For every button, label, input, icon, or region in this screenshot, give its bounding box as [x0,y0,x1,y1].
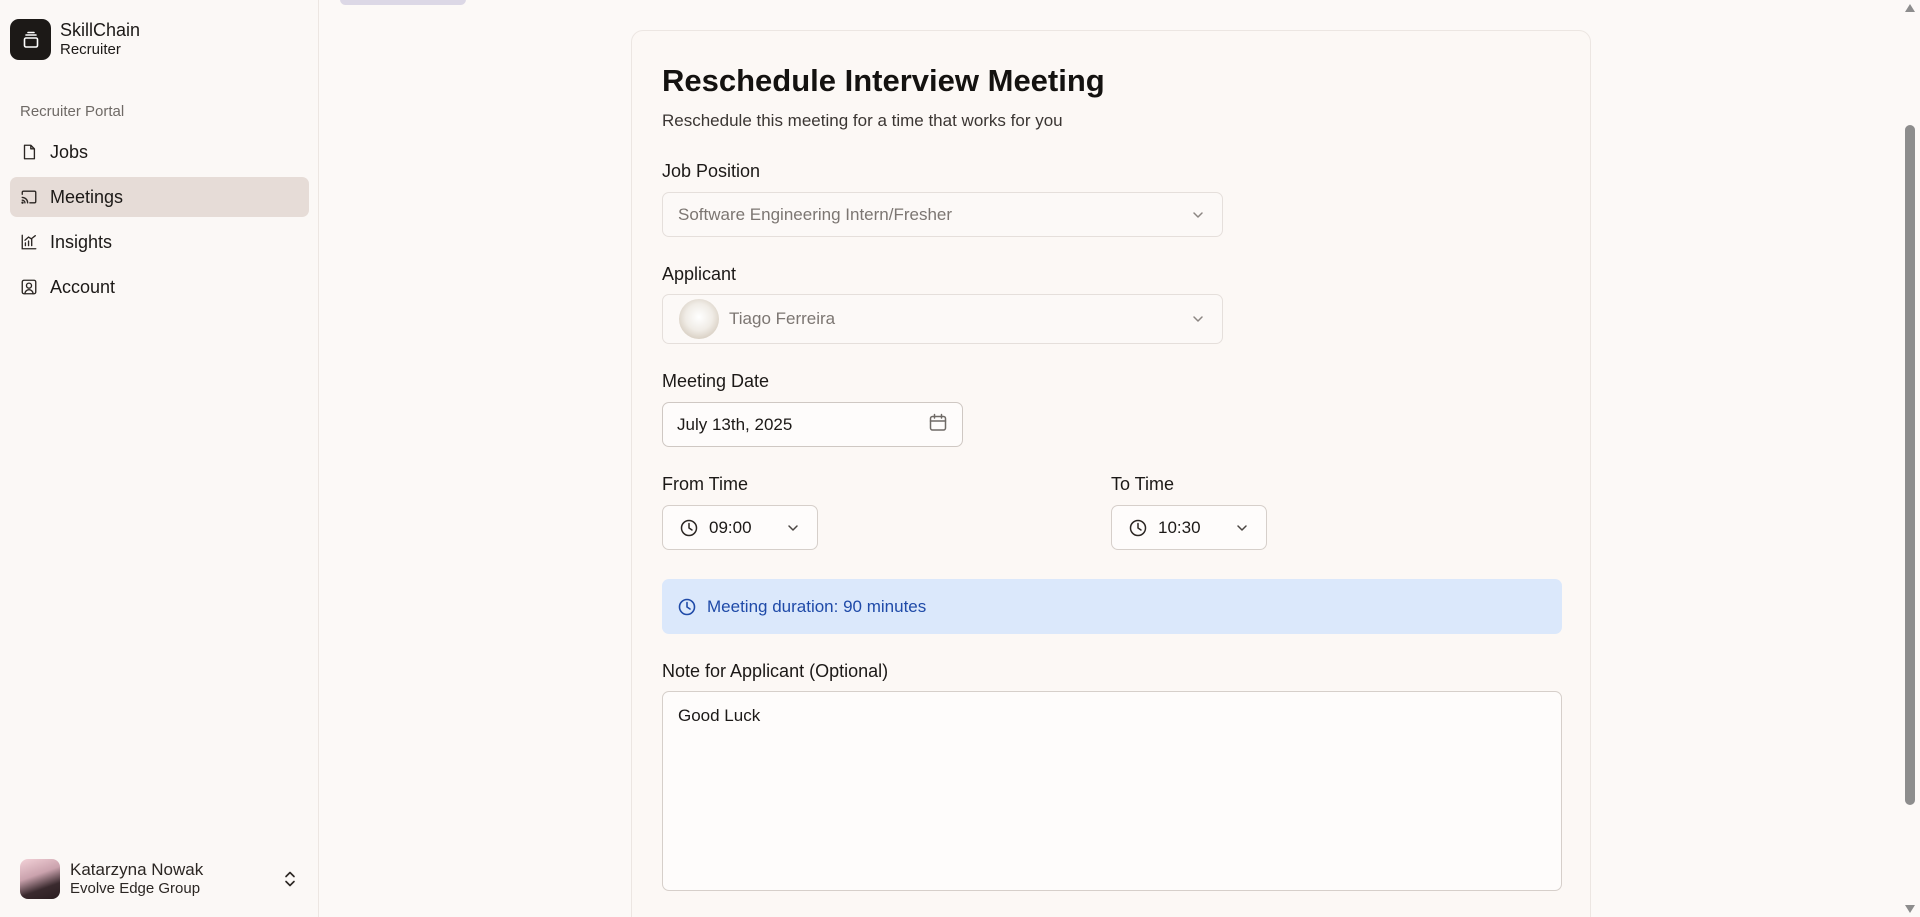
chevron-down-icon [785,520,801,536]
user-name: Katarzyna Nowak [70,860,204,879]
note-value: Good Luck [678,706,761,725]
chevrons-up-down-icon[interactable] [280,869,300,889]
clock-icon [677,597,697,617]
job-position-value: Software Engineering Intern/Fresher [678,204,953,224]
sidebar-item-label: Insights [50,231,113,252]
sidebar-item-insights[interactable]: Insights [10,222,309,262]
user-menu[interactable]: Katarzyna Nowak Evolve Edge Group [20,858,300,900]
clock-icon [1128,518,1148,538]
from-time-value: 09:00 [709,517,752,537]
chevron-down-icon [1190,311,1206,327]
brand[interactable]: SkillChain Recruiter [10,19,140,60]
app-root: SkillChain Recruiter Recruiter Portal Jo… [0,0,1920,917]
file-icon [20,142,40,162]
sidebar-item-label: Meetings [50,186,124,207]
meeting-date-value: July 13th, 2025 [677,414,793,434]
scrollbar-thumb[interactable] [1905,125,1915,805]
job-position-select[interactable]: Software Engineering Intern/Fresher [662,192,1223,237]
to-time-value: 10:30 [1158,517,1201,537]
page-title: Reschedule Interview Meeting [662,63,1105,98]
to-time-select[interactable]: 10:30 [1111,505,1267,550]
calendar-icon [928,412,948,437]
to-time-label: To Time [1111,474,1175,494]
page-scrollbar[interactable] [1900,0,1920,917]
brand-subtitle: Recruiter [60,41,121,59]
applicant-select[interactable]: Tiago Ferreira [662,294,1223,344]
user-avatar [20,859,60,899]
cast-icon [20,187,40,207]
user-square-icon [20,277,40,297]
reschedule-form-card: Reschedule Interview Meeting Reschedule … [631,30,1591,917]
scroll-down-arrow-icon[interactable] [1904,903,1916,915]
from-time-select[interactable]: 09:00 [662,505,818,550]
brand-logo-icon [10,19,51,60]
page-description: Reschedule this meeting for a time that … [662,111,1063,130]
note-label: Note for Applicant (Optional) [662,661,889,681]
meeting-duration-banner: Meeting duration: 90 minutes [662,579,1562,634]
user-org: Evolve Edge Group [70,880,201,898]
chevron-down-icon [1234,520,1250,536]
job-position-label: Job Position [662,161,761,181]
from-time-label: From Time [662,474,749,494]
top-tab-indicator[interactable] [340,0,466,5]
sidebar: SkillChain Recruiter Recruiter Portal Jo… [0,0,319,917]
applicant-avatar [679,299,719,339]
main-content: Reschedule Interview Meeting Reschedule … [320,0,1900,917]
scroll-up-arrow-icon[interactable] [1904,2,1916,14]
nav-group-label: Recruiter Portal [20,103,125,120]
chevron-down-icon [1190,207,1206,223]
sidebar-nav: Jobs Meetings Insights Account [10,132,309,312]
sidebar-item-account[interactable]: Account [10,267,309,307]
chart-icon [20,232,40,252]
clock-icon [679,518,699,538]
sidebar-item-meetings[interactable]: Meetings [10,177,309,217]
sidebar-item-label: Jobs [50,141,89,162]
meeting-duration-text: Meeting duration: 90 minutes [707,596,927,616]
sidebar-item-label: Account [50,276,116,297]
sidebar-item-jobs[interactable]: Jobs [10,132,309,172]
applicant-label: Applicant [662,264,737,284]
meeting-date-picker[interactable]: July 13th, 2025 [662,402,963,447]
note-textarea[interactable]: Good Luck [662,691,1562,891]
applicant-value: Tiago Ferreira [729,309,836,328]
meeting-date-label: Meeting Date [662,371,770,391]
brand-name: SkillChain [60,19,141,40]
